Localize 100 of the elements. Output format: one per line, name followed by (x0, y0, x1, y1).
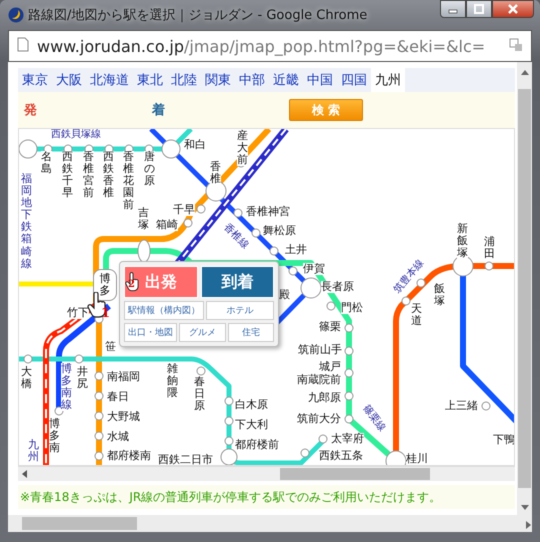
minimize-button[interactable] (440, 0, 466, 18)
station-marker[interactable] (94, 412, 104, 420)
station-name[interactable]: 城戸 (319, 361, 341, 374)
popup-link[interactable]: 駅情報（構内図） (124, 301, 204, 320)
station-name[interactable]: 箱崎 (156, 219, 178, 232)
station-marker[interactable] (270, 246, 278, 256)
station-name[interactable]: 筑前山手 (298, 344, 342, 356)
station-marker[interactable] (184, 218, 192, 228)
station-name[interactable]: 香椎 (210, 161, 221, 186)
station-marker[interactable] (326, 302, 336, 310)
station-name[interactable]: 井尻 (77, 366, 88, 390)
station-marker[interactable] (94, 432, 104, 440)
region-tab[interactable]: 九州 (371, 68, 405, 92)
station-name[interactable]: 西鉄五条 (319, 450, 363, 462)
region-tab[interactable]: 中部 (235, 68, 269, 92)
region-tab[interactable]: 中国 (303, 68, 337, 92)
close-button[interactable] (492, 0, 534, 18)
station-name[interactable]: 篠栗 (319, 321, 341, 334)
station-name[interactable]: 水城 (107, 431, 129, 444)
vertical-scrollbar[interactable] (517, 62, 532, 515)
map-scrollbar[interactable] (18, 466, 515, 481)
station-name[interactable]: 桂川 (406, 453, 428, 465)
region-tab[interactable]: 北陸 (167, 68, 201, 92)
station-marker[interactable] (386, 450, 406, 465)
station-marker[interactable] (24, 354, 32, 364)
station-name[interactable]: 千早 (173, 204, 195, 216)
station-name[interactable]: 西鉄二日市 (158, 454, 213, 465)
station-name[interactable]: 春日原 (194, 376, 205, 412)
popup-link[interactable]: 出口・地図 (124, 323, 177, 342)
station-name[interactable]: 吉塚 (138, 207, 149, 232)
station-name[interactable]: 西鉄香椎 (103, 151, 114, 200)
station-marker[interactable] (94, 452, 104, 460)
station-name[interactable]: 唐の原 (144, 151, 155, 188)
region-tab[interactable]: 大阪 (52, 68, 86, 92)
station-marker[interactable] (344, 324, 354, 332)
station-name[interactable]: 殿 (279, 289, 290, 302)
station-name[interactable]: 長者原 (321, 281, 354, 294)
station-marker[interactable] (402, 296, 410, 306)
station-marker[interactable] (19, 140, 38, 158)
popup-link[interactable]: ホテル (206, 301, 274, 320)
station-marker[interactable] (416, 278, 426, 288)
region-tab[interactable]: 北海道 (86, 68, 133, 92)
station-name[interactable]: 伊賀 (303, 263, 325, 276)
station-name[interactable]: 浦田 (484, 236, 495, 260)
station-name[interactable]: 九郎原 (308, 392, 341, 404)
station-name[interactable]: 西鉄千早 (62, 151, 73, 200)
station-marker[interactable] (344, 414, 354, 424)
station-marker[interactable] (452, 256, 474, 276)
station-name[interactable]: 香椎花園前 (123, 151, 134, 212)
popup-link[interactable]: グルメ (179, 323, 226, 342)
region-tab[interactable]: 関東 (201, 68, 235, 92)
station-name[interactable]: 飯塚 (434, 283, 445, 308)
station-name[interactable]: 香椎宮前 (83, 151, 94, 200)
station-name[interactable]: 南福岡 (107, 371, 140, 384)
station-name[interactable]: 都府楼前 (235, 439, 279, 452)
maximize-button[interactable] (466, 0, 492, 18)
region-tab[interactable]: 東北 (133, 68, 167, 92)
station-name[interactable]: 筑前大分 (297, 413, 341, 426)
station-name[interactable]: 笹 (105, 341, 116, 354)
station-marker[interactable] (162, 140, 180, 158)
station-marker[interactable] (234, 208, 242, 218)
station-marker[interactable] (318, 434, 328, 444)
station-name[interactable]: 下大利 (235, 419, 268, 432)
station-name[interactable]: 天道 (411, 303, 422, 328)
station-name[interactable]: 門松 (341, 302, 363, 314)
horizontal-scrollbar[interactable] (8, 515, 532, 532)
station-marker[interactable] (220, 448, 238, 465)
station-name[interactable]: 太宰府 (331, 433, 364, 446)
station-marker[interactable] (224, 436, 234, 446)
station-marker[interactable] (300, 278, 322, 298)
station-marker[interactable] (94, 372, 104, 380)
station-name[interactable]: 白木原 (235, 399, 268, 412)
station-name[interactable]: 舞松原 (263, 225, 296, 238)
station-marker[interactable] (224, 396, 234, 406)
station-name[interactable]: 新飯塚 (457, 223, 468, 260)
station-name[interactable]: 上三緒 (445, 400, 478, 412)
station-marker[interactable] (196, 366, 206, 376)
station-marker[interactable] (74, 354, 84, 364)
station-marker[interactable] (344, 346, 354, 356)
station-name[interactable]: 博多南 (49, 418, 60, 454)
station-name[interactable]: 香椎神宮 (246, 206, 290, 218)
station-name[interactable]: 土井 (285, 244, 307, 256)
station-marker[interactable] (344, 368, 354, 378)
station-marker[interactable] (482, 402, 490, 410)
popup-link[interactable]: 住宅 (228, 323, 274, 342)
station-name[interactable]: 春日 (107, 391, 129, 404)
station-marker[interactable] (94, 392, 104, 400)
station-marker[interactable] (224, 416, 234, 426)
station-marker[interactable] (252, 228, 260, 238)
station-name[interactable]: 都府楼南 (107, 450, 151, 462)
region-tab[interactable]: 東京 (18, 68, 52, 92)
station-marker[interactable] (344, 392, 354, 400)
station-name[interactable]: 竹下 (67, 307, 89, 320)
arrive-button[interactable]: 到着 (200, 266, 274, 298)
station-marker[interactable] (288, 266, 298, 276)
station-marker[interactable] (138, 240, 150, 262)
station-marker[interactable] (484, 262, 494, 270)
region-tab[interactable]: 四国 (337, 68, 371, 92)
station-name[interactable]: 雑餉隈 (167, 363, 178, 400)
region-tab[interactable]: 近畿 (269, 68, 303, 92)
